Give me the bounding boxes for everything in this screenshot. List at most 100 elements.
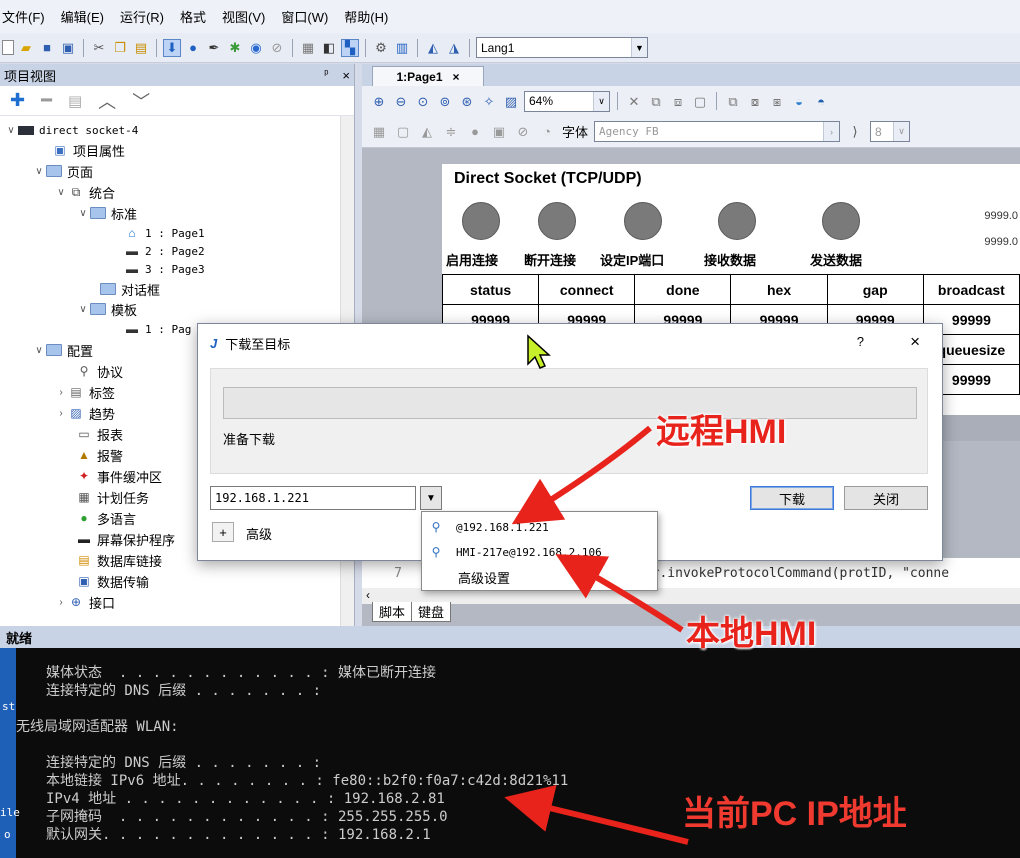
chart-icon[interactable]: ◭ xyxy=(424,39,442,57)
copy-icon[interactable]: ⧉ xyxy=(647,92,665,110)
dialog-close-icon[interactable]: × xyxy=(910,332,920,352)
tree-node-standard[interactable]: ∨ 标准 xyxy=(76,203,137,223)
photo-icon[interactable]: ▣ xyxy=(490,123,508,141)
chevron-right-icon[interactable]: › xyxy=(54,597,68,608)
tree-node-page1[interactable]: ⌂ 1 : Page1 xyxy=(124,223,204,243)
button-receive-data[interactable] xyxy=(718,202,756,240)
help-icon[interactable]: ? xyxy=(857,334,864,349)
tree-node-page2[interactable]: ▬ 2 : Page2 xyxy=(124,241,205,261)
font-size-select[interactable]: 8 ∨ xyxy=(870,121,911,142)
run-icon[interactable]: ◉ xyxy=(247,39,265,57)
paste-icon[interactable]: ⧈ xyxy=(669,92,687,110)
grid-icon[interactable]: ▦ xyxy=(299,39,317,57)
chevron-right-icon[interactable]: › xyxy=(54,408,68,419)
button-disconnect[interactable] xyxy=(538,202,576,240)
layers-icon[interactable]: ◒ xyxy=(790,92,808,110)
check-icon[interactable]: ● xyxy=(184,39,202,57)
font-select[interactable]: Agency FB › xyxy=(594,121,841,142)
chevron-down-icon[interactable]: ∨ xyxy=(593,91,609,111)
menu-help[interactable]: 帮助(H) xyxy=(344,7,388,26)
target-dropdown-button[interactable]: ▼ xyxy=(420,486,442,510)
arrange-icon[interactable]: ⧆ xyxy=(768,92,786,110)
tab-page1[interactable]: 1:Page1 × xyxy=(372,66,484,86)
frame-icon[interactable]: ▢ xyxy=(691,92,709,110)
menu-format[interactable]: 格式 xyxy=(180,7,206,26)
tree-node-templates[interactable]: ∨ 模板 xyxy=(76,299,137,319)
delete-icon[interactable]: ✕ xyxy=(625,92,643,110)
menu-view[interactable]: 视图(V) xyxy=(222,7,265,26)
advanced-expand-button[interactable]: + xyxy=(212,522,234,542)
zoom-actual-icon[interactable]: ⊚ xyxy=(436,92,454,110)
save-all-icon[interactable]: ▣ xyxy=(59,39,77,57)
tree-node-pages[interactable]: ∨ 页面 xyxy=(32,161,93,181)
chevron-down-icon[interactable]: ∨ xyxy=(32,166,46,177)
stop-icon[interactable]: ⊘ xyxy=(268,39,286,57)
paste-icon[interactable]: ▤ xyxy=(132,39,150,57)
fill-icon[interactable]: ◭ xyxy=(418,123,436,141)
scroll-left-icon[interactable]: ‹ xyxy=(366,588,370,602)
chevron-down-icon[interactable]: ∨ xyxy=(54,187,68,198)
line-icon[interactable]: ≑ xyxy=(442,123,460,141)
add-icon[interactable]: ✚ xyxy=(10,90,25,111)
chevron-down-icon[interactable]: ∨ xyxy=(32,345,46,356)
tree-node-interfaces[interactable]: › ⊕ 接口 xyxy=(54,592,115,612)
menu-run[interactable]: 运行(R) xyxy=(120,7,164,26)
remove-icon[interactable]: ━ xyxy=(41,90,52,111)
cut-icon[interactable]: ✂ xyxy=(90,39,108,57)
open-folder-icon[interactable]: ▰ xyxy=(17,39,35,57)
zoom-fit-icon[interactable]: ⊙ xyxy=(414,92,432,110)
move-up-icon[interactable]: ︿ xyxy=(98,88,116,114)
tree-node-project-properties[interactable]: ▣ 项目属性 xyxy=(52,140,125,160)
tree-node-project[interactable]: ∨ direct socket-4 xyxy=(4,120,138,140)
info-icon[interactable]: ● xyxy=(466,123,484,141)
block-icon[interactable]: ⊘ xyxy=(514,123,532,141)
new-file-icon[interactable] xyxy=(2,40,14,55)
tree-node-screensaver[interactable]: ▬ 屏幕保护程序 xyxy=(76,529,175,549)
image-icon[interactable]: ▨ xyxy=(502,92,520,110)
dropdown-item-local[interactable]: ⚲ HMI-217e@192.168.2.106 xyxy=(426,541,602,563)
close-button[interactable]: 关闭 xyxy=(844,486,928,510)
tree-node-trends[interactable]: › ▨ 趋势 xyxy=(54,403,115,423)
tree-node-template-page1[interactable]: ▬ 1 : Pag xyxy=(124,319,191,339)
tree-node-reports[interactable]: ▭ 报表 xyxy=(76,424,123,444)
button-enable-connection[interactable] xyxy=(462,202,500,240)
ungroup-icon[interactable]: ⧇ xyxy=(746,92,764,110)
grid-icon[interactable]: ▦ xyxy=(370,123,388,141)
layer-icon[interactable]: ◧ xyxy=(320,39,338,57)
dropdown-item-advanced-settings[interactable]: 高级设置 xyxy=(458,566,510,588)
tab-script[interactable]: 脚本 xyxy=(372,602,413,622)
tree-node-database[interactable]: ▤ 数据库链接 xyxy=(76,550,162,570)
pin-icon[interactable]: ᵖ xyxy=(324,68,328,83)
align-icon[interactable]: ▚ xyxy=(341,38,359,57)
copy-icon[interactable]: ❐ xyxy=(111,39,129,57)
chevron-right-icon[interactable]: › xyxy=(54,387,68,398)
tree-node-schedule[interactable]: ▦ 计划任务 xyxy=(76,487,149,507)
tree-node-alarms[interactable]: ▲ 报警 xyxy=(76,445,123,465)
panel-close-icon[interactable]: × xyxy=(342,68,350,83)
settings-icon[interactable]: ⚙ xyxy=(372,39,390,57)
tree-node-protocol[interactable]: ⚲ 协议 xyxy=(76,361,123,381)
download-button[interactable]: 下载 xyxy=(750,486,834,510)
menu-file[interactable]: 文件(F) xyxy=(2,7,45,26)
chevron-down-icon[interactable]: ▼ xyxy=(631,38,647,57)
device-icon[interactable]: ▥ xyxy=(393,39,411,57)
zoom-page-icon[interactable]: ⊛ xyxy=(458,92,476,110)
zoom-select[interactable]: 64% ∨ xyxy=(524,90,610,112)
align-right-icon[interactable]: ⟩ xyxy=(846,123,864,141)
move-down-icon[interactable]: ﹀ xyxy=(132,88,150,114)
chevron-right-icon[interactable]: › xyxy=(823,122,840,141)
button-send-data[interactable] xyxy=(822,202,860,240)
download-icon[interactable]: ⬇ xyxy=(163,38,181,57)
tree-node-page3[interactable]: ▬ 3 : Page3 xyxy=(124,259,205,279)
layers-icon[interactable]: ◓ xyxy=(812,92,830,110)
chevron-down-icon[interactable]: ∨ xyxy=(4,125,18,136)
menu-edit[interactable]: 编辑(E) xyxy=(61,7,104,26)
pan-icon[interactable]: ✧ xyxy=(480,92,498,110)
chevron-down-icon[interactable]: ∨ xyxy=(893,122,910,141)
language-select[interactable]: Lang1 ▼ xyxy=(476,37,648,58)
target-address-input[interactable]: 192.168.1.221 xyxy=(210,486,416,510)
tree-node-group[interactable]: ∨ ⧉ 统合 xyxy=(54,182,115,202)
menu-window[interactable]: 窗口(W) xyxy=(281,7,328,26)
chevron-down-icon[interactable]: ∨ xyxy=(76,304,90,315)
zoom-in-icon[interactable]: ⊕ xyxy=(370,92,388,110)
